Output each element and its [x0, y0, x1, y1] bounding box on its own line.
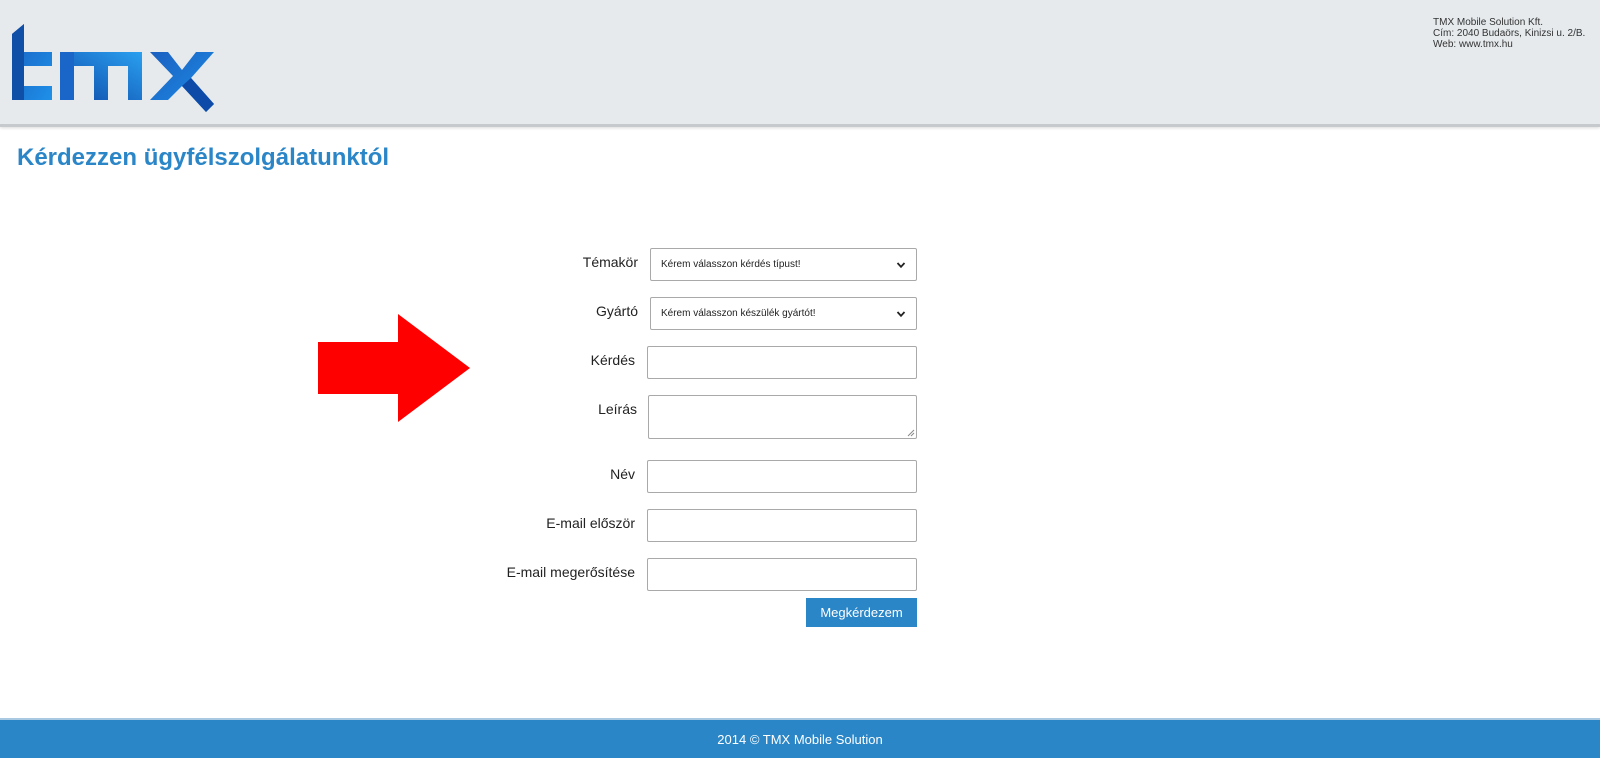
description-textarea[interactable] — [648, 395, 917, 439]
manufacturer-label: Gyártó — [595, 303, 638, 319]
company-web: Web: www.tmx.hu — [1433, 39, 1513, 50]
email-input[interactable] — [647, 509, 917, 542]
question-row: Kérdés — [440, 346, 920, 380]
footer: 2014 © TMX Mobile Solution — [0, 718, 1600, 758]
manufacturer-select-value: Kérem válasszon készülék gyártót! — [661, 308, 816, 319]
email-label: E-mail először — [546, 515, 635, 531]
topic-label: Témakör — [582, 254, 638, 270]
email-confirm-input[interactable] — [647, 558, 917, 591]
name-input[interactable] — [647, 460, 917, 493]
company-info: TMX Mobile Solution Kft. Cím: 2040 Budaö… — [1433, 17, 1585, 50]
name-row: Név — [440, 460, 920, 494]
company-address: Cím: 2040 Budaörs, Kinizsi u. 2/B. — [1433, 28, 1586, 39]
description-label: Leírás — [598, 401, 637, 417]
email-confirm-label: E-mail megerősítése — [506, 564, 635, 580]
submit-button[interactable]: Megkérdezem — [806, 598, 917, 627]
name-label: Név — [610, 466, 635, 482]
chevron-down-icon — [896, 261, 906, 268]
topic-select[interactable]: Kérem válasszon kérdés típust! — [650, 248, 917, 281]
page-title: Kérdezzen ügyfélszolgálatunktól — [17, 144, 390, 171]
topic-row: Témakör Kérem válasszon kérdés típust! — [440, 248, 920, 282]
footer-text: 2014 © TMX Mobile Solution — [717, 731, 883, 747]
header: TMX Mobile Solution Kft. Cím: 2040 Budaö… — [0, 0, 1600, 127]
company-name: TMX Mobile Solution Kft. — [1433, 17, 1544, 28]
tmx-logo[interactable] — [10, 22, 215, 112]
question-label: Kérdés — [590, 352, 635, 368]
chevron-down-icon — [896, 310, 906, 317]
topic-select-value: Kérem válasszon kérdés típust! — [661, 259, 801, 270]
description-row: Leírás — [440, 395, 920, 439]
email-confirm-row: E-mail megerősítése — [440, 558, 920, 592]
manufacturer-row: Gyártó Kérem válasszon készülék gyártót! — [440, 297, 920, 331]
manufacturer-select[interactable]: Kérem válasszon készülék gyártót! — [650, 297, 917, 330]
email-row: E-mail először — [440, 509, 920, 543]
resize-grip-icon[interactable] — [907, 429, 915, 437]
question-input[interactable] — [647, 346, 917, 379]
